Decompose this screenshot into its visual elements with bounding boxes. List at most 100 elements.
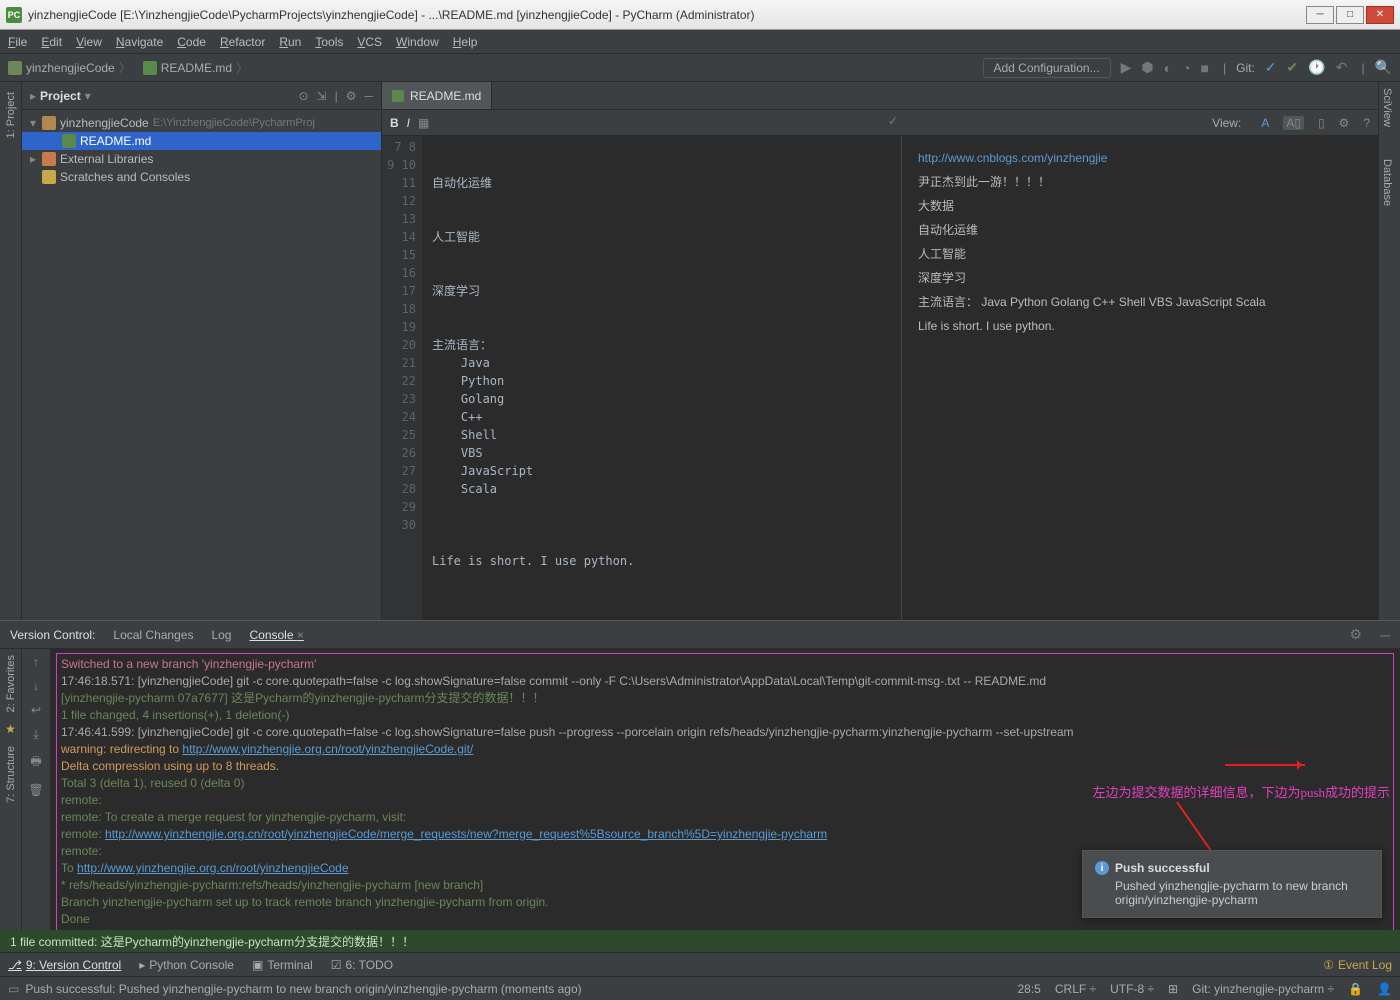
commit-status-bar: 1 file committed: 这是Pycharm的yinzhengjie-… [0, 930, 1400, 952]
table-icon[interactable]: ▦ [418, 116, 429, 130]
database-tab[interactable]: Database [1379, 153, 1395, 212]
tw-python-console[interactable]: ▸ Python Console [139, 958, 234, 972]
preview-line: Life is short. I use python. [918, 314, 1362, 338]
app-icon: PC [6, 7, 22, 23]
arrow-icon [1225, 764, 1305, 766]
tree-item[interactable]: ▸External Libraries [22, 150, 381, 168]
clear-icon[interactable]: 🗑 [28, 783, 43, 797]
divider-icon: | [335, 89, 338, 103]
git-label: Git: [1236, 61, 1255, 75]
menu-file[interactable]: File [8, 35, 27, 49]
editor: README.md B I ▦ ✓ View: A A▯ ▯ ⚙ ? 7 8 9… [382, 82, 1378, 620]
minimize-button[interactable]: ─ [1306, 6, 1334, 24]
wrap-icon[interactable]: ↩ [31, 703, 41, 717]
expand-icon[interactable]: ⇲ [317, 89, 327, 103]
markdown-icon [392, 90, 404, 102]
tree-item[interactable]: README.md [22, 132, 381, 150]
view-preview-icon[interactable]: ▯ [1318, 116, 1325, 130]
menu-window[interactable]: Window [396, 35, 439, 49]
menu-vcs[interactable]: VCS [357, 35, 382, 49]
up-icon[interactable]: ↑ [33, 655, 39, 669]
status-git[interactable]: Git: yinzhengjie-pycharm ÷ [1192, 982, 1334, 996]
bold-button[interactable]: B [390, 116, 399, 130]
window-title: yinzhengjieCode [E:\YinzhengjieCode\Pych… [28, 8, 755, 22]
view-text-icon[interactable]: A [1261, 116, 1269, 130]
structure-tab[interactable]: 7: Structure [3, 740, 19, 809]
tw-terminal[interactable]: ▣ Terminal [252, 958, 313, 972]
sciview-tab[interactable]: SciView [1379, 82, 1395, 133]
status-eol[interactable]: CRLF ÷ [1055, 982, 1096, 996]
gear-icon[interactable]: ⚙ [346, 89, 357, 103]
menu-view[interactable]: View [76, 35, 102, 49]
preview-line: 自动化运维 [918, 218, 1362, 242]
console-line: 17:46:41.599: [yinzhengjieCode] git -c c… [61, 724, 1389, 741]
preview-line: 大数据 [918, 194, 1362, 218]
debug-icon[interactable]: ⬢ [1141, 59, 1153, 76]
help-icon[interactable]: ? [1363, 116, 1370, 130]
notification-popup[interactable]: iPush successful Pushed yinzhengjie-pych… [1082, 850, 1382, 918]
status-hector-icon[interactable]: 👤 [1377, 982, 1392, 996]
console-line: Delta compression using up to 8 threads. [61, 758, 1389, 775]
maximize-button[interactable]: □ [1336, 6, 1364, 24]
menu-tools[interactable]: Tools [315, 35, 343, 49]
favorites-tab[interactable]: 2: Favorites [3, 649, 19, 718]
status-lock-icon[interactable]: 🔒 [1348, 982, 1363, 996]
menu-help[interactable]: Help [453, 35, 478, 49]
status-position[interactable]: 28:5 [1018, 982, 1041, 996]
project-panel-title: Project [40, 89, 81, 103]
vc-tab-local[interactable]: Local Changes [113, 628, 193, 642]
folder-icon [8, 61, 22, 75]
down-icon[interactable]: ↓ [33, 679, 39, 693]
hide-icon[interactable]: ─ [1380, 627, 1390, 643]
check-icon: ✓ [888, 114, 898, 128]
editor-gutter: 7 8 9 10 11 12 13 14 15 16 17 18 19 20 2… [382, 136, 422, 620]
breadcrumb[interactable]: README.md〉 [143, 59, 252, 76]
italic-button[interactable]: I [407, 116, 410, 130]
editor-tab[interactable]: README.md [382, 82, 492, 109]
menubar: File Edit View Navigate Code Refactor Run Tools… [0, 30, 1400, 54]
gear-icon[interactable]: ⚙ [1339, 116, 1350, 130]
scroll-icon[interactable]: ⤓ [33, 727, 38, 742]
menu-navigate[interactable]: Navigate [116, 35, 163, 49]
preview-link[interactable]: http://www.cnblogs.com/yinzhengjie [918, 151, 1107, 165]
print-icon[interactable]: 🖶 [30, 752, 41, 773]
tw-version-control[interactable]: ⎇ 9: Version Control [8, 958, 121, 972]
notification-body: Pushed yinzhengjie-pycharm to new branch… [1095, 879, 1369, 907]
vc-tab-console[interactable]: Console × [249, 628, 303, 642]
console-line: 1 file changed, 4 insertions(+), 1 delet… [61, 707, 1389, 724]
project-tool-tab[interactable]: 1: Project [3, 86, 19, 144]
view-split-icon[interactable]: A▯ [1283, 116, 1304, 130]
navbar: yinzhengjieCode〉 README.md〉 Add Configur… [0, 54, 1400, 82]
breadcrumb[interactable]: yinzhengjieCode〉 [8, 59, 135, 76]
git-update-icon[interactable]: ✓ [1265, 59, 1277, 76]
menu-refactor[interactable]: Refactor [220, 35, 265, 49]
status-indent-icon[interactable]: ⊞ [1168, 982, 1178, 996]
editor-code[interactable]: 自动化运维 人工智能 深度学习 主流语言： Java Python Golang… [422, 136, 902, 620]
status-encoding[interactable]: UTF-8 ÷ [1110, 982, 1154, 996]
git-commit-icon[interactable]: ✔ [1287, 59, 1299, 76]
menu-code[interactable]: Code [177, 35, 206, 49]
git-revert-icon[interactable]: ↶ [1336, 59, 1348, 76]
hide-icon[interactable]: ─ [364, 89, 373, 103]
console-line: [yinzhengjie-pycharm 07a7677] 这是Pycharm的… [61, 690, 1389, 707]
gear-icon[interactable]: ⚙ [1350, 626, 1363, 643]
tw-todo[interactable]: ☑ 6: TODO [331, 958, 393, 972]
left-tool-strip: 1: Project [0, 82, 22, 620]
vc-tab-log[interactable]: Log [211, 628, 231, 642]
preview-line: 人工智能 [918, 242, 1362, 266]
menu-edit[interactable]: Edit [41, 35, 62, 49]
tw-event-log[interactable]: ① Event Log [1323, 958, 1392, 972]
tree-item[interactable]: Scratches and Consoles [22, 168, 381, 186]
preview-line: 深度学习 [918, 266, 1362, 290]
profile-icon[interactable]: ◔ [1182, 60, 1190, 76]
collapse-icon[interactable]: ⊙ [298, 89, 308, 103]
add-configuration-button[interactable]: Add Configuration... [983, 58, 1111, 78]
git-history-icon[interactable]: 🕐 [1308, 59, 1325, 76]
stop-icon[interactable]: ■ [1201, 60, 1209, 76]
search-icon[interactable]: 🔍 [1375, 59, 1392, 76]
close-button[interactable]: ✕ [1366, 6, 1394, 24]
tree-item[interactable]: ▾yinzhengjieCodeE:\YinzhengjieCode\Pycha… [22, 114, 381, 132]
run-icon[interactable]: ▶ [1121, 59, 1132, 76]
coverage-icon[interactable]: ◐ [1164, 60, 1172, 76]
menu-run[interactable]: Run [279, 35, 301, 49]
